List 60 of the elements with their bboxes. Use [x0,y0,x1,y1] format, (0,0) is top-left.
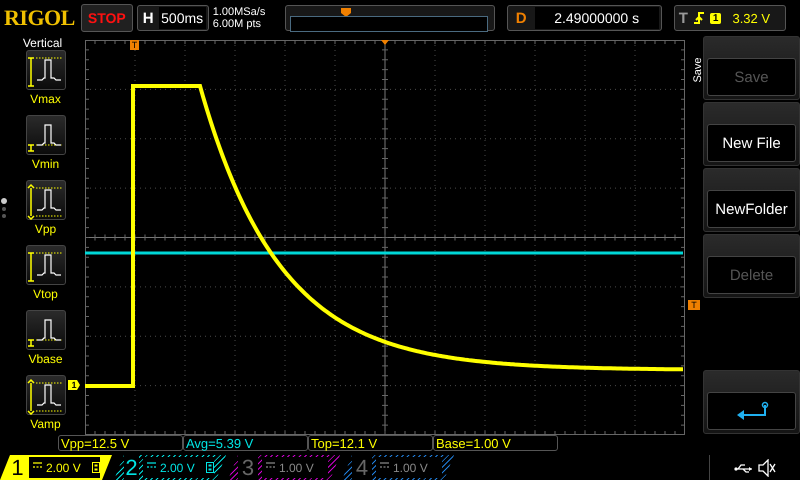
channel-scale: 2.00 V [46,460,82,474]
channel-scale: 2.00 V [160,460,196,474]
channel-number: 2 [124,455,139,480]
rising-edge-icon [692,11,705,25]
channel-scale: 1.00 V [393,460,429,474]
dc-coupling-icon [33,462,42,468]
channel-tab[interactable]: 1 2.00 V [0,455,112,480]
measure-button[interactable] [26,115,66,155]
channel-number: 3 [238,455,258,480]
timebase-label: H [142,10,155,26]
bandwidth-icon [92,462,100,473]
trigger-label: T [678,10,688,26]
menu-button[interactable]: New File [707,124,796,162]
measure-label: Vmax [30,92,61,106]
sample-rate: 1.00MSa/s [212,6,266,18]
usb-icon [734,462,754,474]
channel-marker[interactable]: 1 [68,380,80,390]
return-arrow-icon [734,401,768,421]
delay-marker-icon [381,40,389,45]
timebase-box[interactable]: H 500ms [136,5,209,31]
measure-label: Vbase [28,352,63,366]
measure-button[interactable] [26,50,66,90]
channel-scale: 1.00 V [279,460,315,474]
channel-tab[interactable]: 3 1.00 V [228,455,340,480]
brand-logo: RIGOL [4,5,75,31]
speaker-mute-icon [758,458,776,476]
measurement-readout: Base=1.00 V [436,436,511,451]
measure-label: Vmin [32,157,60,171]
trigger-level-marker[interactable]: T [688,300,700,310]
channel-number: 4 [352,455,372,480]
measurement-readout: Top=12.1 V [311,436,378,451]
trigger-box[interactable]: T 1 3.32 V [674,5,786,31]
channel-tab[interactable]: 2 2.00 V [114,455,226,480]
channel-tab[interactable]: 4 1.00 V [342,455,454,480]
menu-button[interactable]: NewFolder [707,190,796,228]
delay-box[interactable]: D 2.49000000 s [506,5,662,31]
dc-coupling-icon [266,462,275,468]
measure-label: Vtop [33,287,58,301]
measure-label: Vpp [34,222,56,236]
measure-button[interactable] [26,245,66,285]
measurement-readout: Vpp=12.5 V [61,436,130,451]
dc-coupling-icon [380,462,389,468]
measure-label: Vamp [30,417,61,431]
timebase-value: 500ms [158,7,206,29]
measure-button[interactable] [26,375,66,415]
trigger-level: 3.32 V [732,10,770,26]
delay-label: D [514,10,528,26]
menu-title: Save [692,56,704,85]
back-button[interactable] [707,392,796,430]
menu-title: Vertical [22,36,62,50]
memory-depth: 6.00M pts [212,18,262,30]
measure-button[interactable] [26,310,66,350]
run-stop-button[interactable]: STOP [80,4,133,32]
bandwidth-icon [206,462,214,473]
measure-button[interactable] [26,180,66,220]
trigger-source: 1 [710,12,722,24]
dc-coupling-icon [147,462,156,468]
measurement-readout: Avg=5.39 V [186,436,254,451]
trigger-position-marker[interactable]: T [130,40,139,50]
delay-value: 2.49000000 s [534,7,659,29]
